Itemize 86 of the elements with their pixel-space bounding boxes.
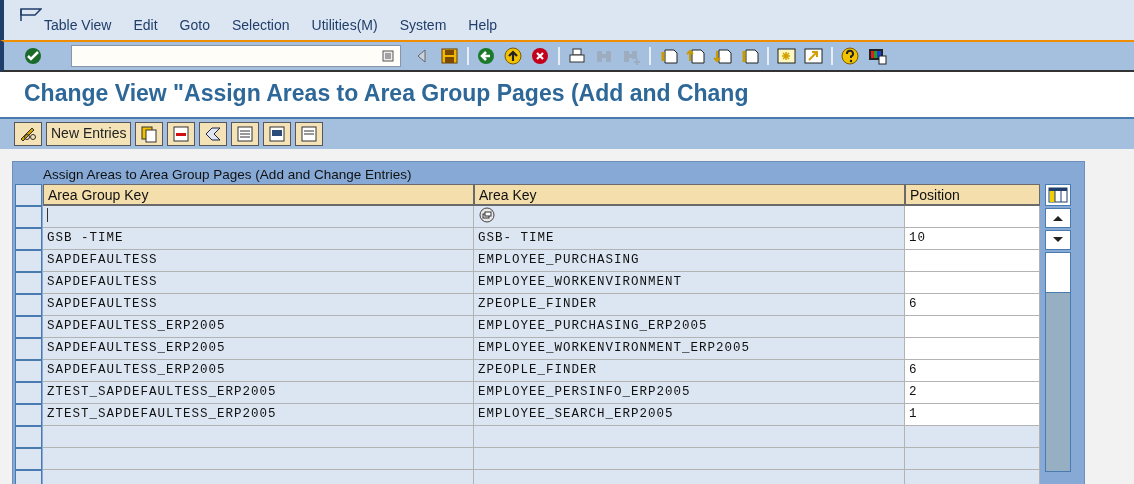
row-selector[interactable] [15, 425, 42, 448]
copy-icon [140, 124, 159, 143]
row-selector[interactable] [15, 293, 42, 316]
table-cell: EMPLOYEE_PURCHASING_ERP2005 [474, 315, 905, 338]
command-field[interactable] [71, 45, 401, 67]
page-up-arrow-icon[interactable] [686, 46, 705, 66]
check-icon[interactable] [24, 46, 43, 66]
menu-icon[interactable] [20, 7, 42, 22]
table-cell: EMPLOYEE_WORKENVIRONMENT [474, 271, 905, 294]
table-cell: SAPDEFAULTESS [43, 271, 474, 294]
row-selector[interactable] [15, 403, 42, 426]
input-field[interactable] [905, 271, 1040, 294]
row-selector[interactable] [15, 249, 42, 272]
menu-item[interactable]: Selection [231, 15, 290, 36]
row-selector[interactable] [15, 337, 42, 360]
table-cell: EMPLOYEE_PURCHASING [474, 249, 905, 272]
undo-icon [204, 124, 223, 143]
deselect-all-button[interactable] [295, 121, 324, 146]
table-cell: EMPLOYEE_SEARCH_ERP2005 [474, 403, 905, 426]
delete-row-button[interactable] [167, 121, 196, 146]
table-cell: SAPDEFAULTESS [43, 249, 474, 272]
menu-item[interactable]: System [399, 15, 447, 36]
input-field[interactable] [905, 249, 1040, 272]
table-cell: SAPDEFAULTESS_ERP2005 [43, 337, 474, 360]
table-cell: EMPLOYEE_WORKENVIRONMENT_ERP2005 [474, 337, 905, 360]
input-field[interactable]: 10 [905, 227, 1040, 250]
table-cell: ZPEOPLE_FINDER [474, 293, 905, 316]
cancel-icon[interactable] [531, 46, 550, 66]
select-all-icon [236, 124, 255, 143]
table-title: Assign Areas to Area Group Pages (Add and Change Entries) [42, 165, 413, 184]
undo-button[interactable] [199, 121, 228, 146]
menu-item[interactable]: Utilities(M) [311, 15, 378, 36]
history-icon[interactable] [382, 50, 394, 62]
table-cell: ZPEOPLE_FINDER [474, 359, 905, 382]
row-selector[interactable] [15, 205, 42, 228]
new-entries-button[interactable]: New Entries [46, 121, 132, 146]
input-field[interactable] [905, 315, 1040, 338]
menu-item[interactable]: Edit [133, 15, 158, 36]
column-header[interactable]: Area Group Key [43, 183, 474, 206]
help-icon[interactable] [841, 46, 860, 66]
table-cell: ZTEST_SAPDEFAULTESS_ERP2005 [43, 381, 474, 404]
row-selector[interactable] [15, 227, 42, 250]
menu-item[interactable]: Table View [44, 15, 112, 36]
menu-item[interactable]: Goto [179, 15, 210, 36]
scrollbar-thumb[interactable] [1046, 252, 1070, 293]
table-cell: SAPDEFAULTESS_ERP2005 [43, 359, 474, 382]
input-field[interactable] [905, 337, 1040, 360]
select-all-cell[interactable] [15, 183, 42, 206]
delete-row-icon [172, 124, 191, 143]
copy-button[interactable] [135, 121, 164, 146]
input-field[interactable] [43, 205, 474, 228]
column-header[interactable]: Position [905, 183, 1040, 206]
table-cell: ZTEST_SAPDEFAULTESS_ERP2005 [43, 403, 474, 426]
page-title: Change View "Assign Areas to Area Group Pages (Add and Chang [0, 72, 1134, 119]
page-down-arrow-icon[interactable] [713, 46, 732, 66]
select-all-button[interactable] [231, 121, 260, 146]
row-selector[interactable] [15, 447, 42, 470]
column-header[interactable]: Area Key [474, 183, 905, 206]
table-cell: GSB -TIME [43, 227, 474, 250]
table-cell: SAPDEFAULTESS [43, 293, 474, 316]
table-cell: EMPLOYEE_PERSINFO_ERP2005 [474, 381, 905, 404]
input-field[interactable]: 1 [905, 403, 1040, 426]
input-field[interactable]: 6 [905, 293, 1040, 316]
scroll-up-button[interactable] [1045, 207, 1071, 228]
pencil-glasses-button[interactable] [14, 121, 42, 146]
row-selector[interactable] [15, 359, 42, 382]
printer-icon[interactable] [568, 46, 587, 66]
triangle-up-icon [1052, 213, 1064, 222]
deselect-all-icon [300, 124, 319, 143]
input-field[interactable]: 2 [905, 381, 1040, 404]
text-cursor [47, 208, 48, 223]
value-help-icon[interactable] [478, 207, 496, 224]
table-cell: SAPDEFAULTESS_ERP2005 [43, 315, 474, 338]
input-field[interactable] [474, 205, 905, 228]
input-field[interactable] [905, 205, 1040, 228]
monitor-icon[interactable] [868, 46, 887, 66]
table-cell: GSB- TIME [474, 227, 905, 250]
triangle-down-icon [1052, 235, 1064, 244]
select-block-button[interactable] [263, 121, 292, 146]
scroll-down-button[interactable] [1045, 229, 1071, 250]
row-selector[interactable] [15, 271, 42, 294]
row-selector[interactable] [15, 381, 42, 404]
menu-item[interactable]: Help [468, 15, 498, 36]
select-block-icon [268, 124, 287, 143]
row-selector[interactable] [15, 315, 42, 338]
input-field[interactable]: 6 [905, 359, 1040, 382]
